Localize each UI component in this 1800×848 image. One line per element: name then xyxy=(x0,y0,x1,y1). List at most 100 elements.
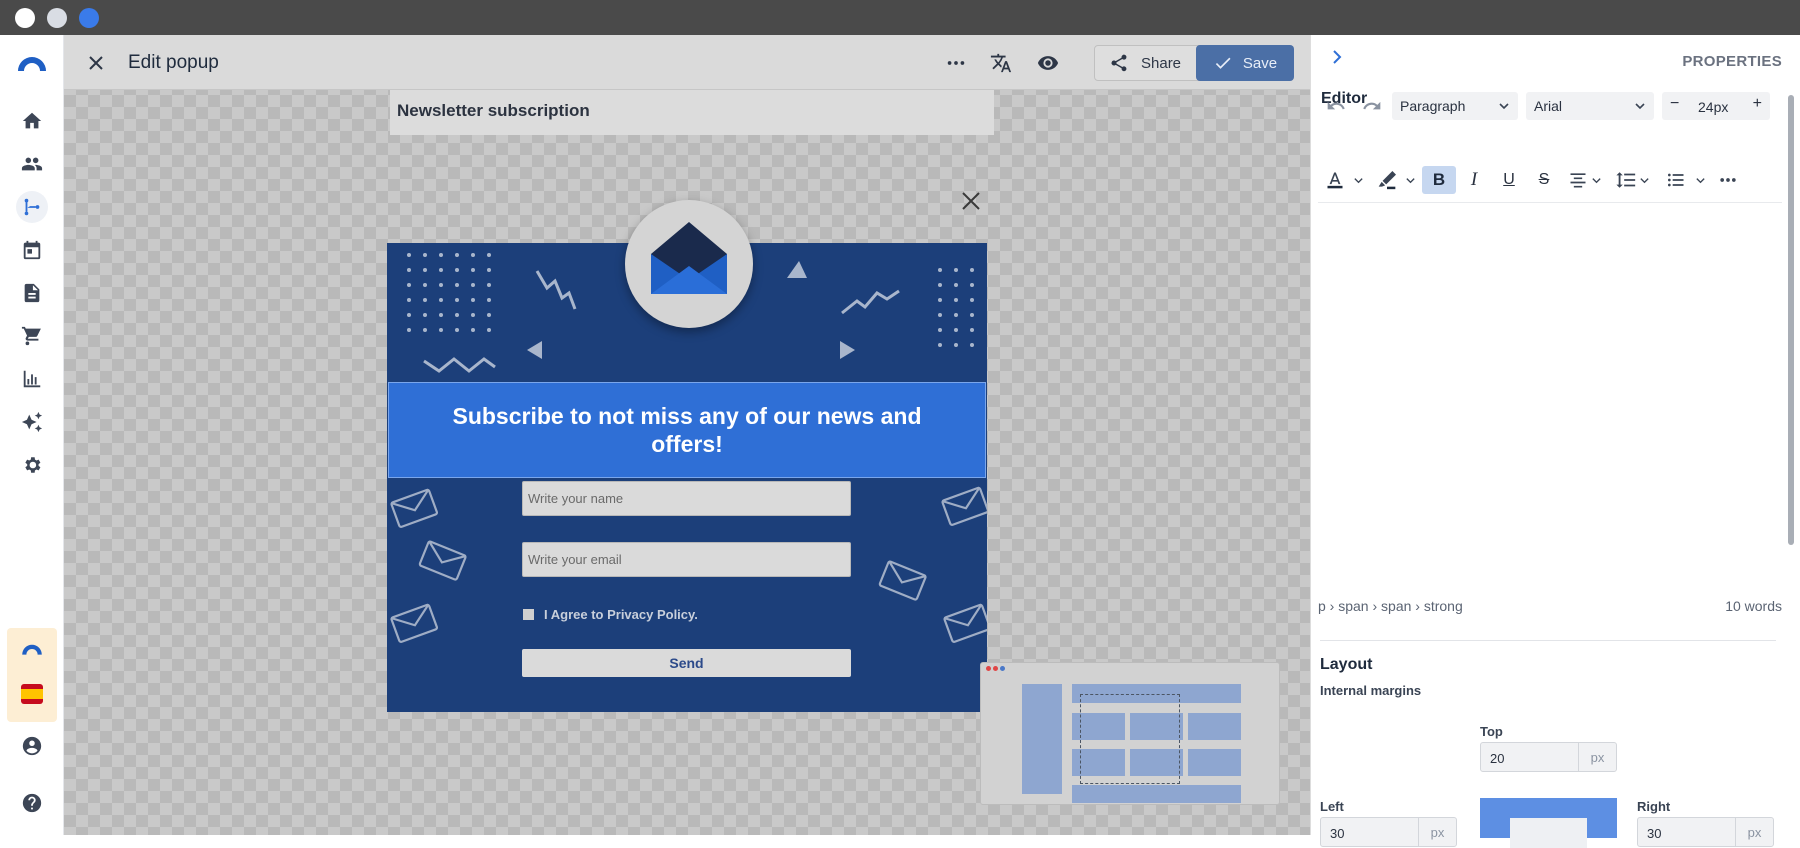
toolbar-divider xyxy=(1318,202,1782,203)
decrease-size-icon[interactable]: − xyxy=(1670,95,1679,113)
element-path: p › span › span › strong xyxy=(1318,598,1463,614)
privacy-consent[interactable]: I Agree to Privacy Policy. xyxy=(523,607,698,622)
left-margin-label: Left xyxy=(1320,799,1344,814)
logo-icon[interactable] xyxy=(16,47,48,79)
redo-icon[interactable] xyxy=(1360,94,1384,118)
settings-icon[interactable] xyxy=(16,449,48,481)
home-icon[interactable] xyxy=(16,105,48,137)
italic-icon[interactable]: I xyxy=(1462,168,1486,192)
brand-logo-icon xyxy=(20,642,44,660)
editor-topbar: Edit popup Share Save xyxy=(64,35,1310,90)
minimap-viewport[interactable] xyxy=(1080,694,1180,784)
left-margin-unit: px xyxy=(1418,818,1456,846)
editor-status-bar: p › span › span › strong 10 words xyxy=(1318,598,1782,614)
popup-headline[interactable]: Subscribe to not miss any of our news an… xyxy=(388,382,986,478)
increase-size-icon[interactable]: + xyxy=(1753,95,1762,113)
align-center-icon[interactable] xyxy=(1566,168,1590,192)
document-icon[interactable] xyxy=(16,277,48,309)
dot-pattern-left xyxy=(407,253,491,332)
chevron-down-icon[interactable] xyxy=(1352,172,1364,188)
share-label: Share xyxy=(1141,54,1182,72)
line-height-icon[interactable] xyxy=(1614,168,1638,192)
word-count: 10 words xyxy=(1725,598,1782,614)
strikethrough-icon[interactable]: S xyxy=(1532,168,1556,192)
chevron-down-icon xyxy=(1499,103,1509,110)
right-margin-label: Right xyxy=(1637,799,1671,814)
save-button[interactable]: Save xyxy=(1196,45,1294,81)
email-input[interactable]: Write your email xyxy=(522,542,851,577)
dot-pattern-right xyxy=(938,268,974,347)
block-format-select[interactable]: Paragraph xyxy=(1392,92,1518,120)
text-color-icon[interactable] xyxy=(1324,168,1346,192)
cart-icon[interactable] xyxy=(16,320,48,352)
chevron-down-icon[interactable] xyxy=(1638,172,1650,188)
consent-checkbox[interactable] xyxy=(523,609,534,620)
envelope-badge xyxy=(625,200,753,328)
left-navigation-rail xyxy=(0,35,64,835)
font-family-value: Arial xyxy=(1534,98,1563,114)
window-maximize-control[interactable] xyxy=(79,8,99,28)
top-margin-input[interactable]: 20 px xyxy=(1480,742,1617,772)
internal-margins-heading: Internal margins xyxy=(1320,683,1422,698)
consent-label: I Agree to Privacy Policy. xyxy=(544,607,698,622)
collapse-panel-icon[interactable] xyxy=(1327,47,1347,67)
sparkles-icon[interactable] xyxy=(16,406,48,438)
margin-preview-box xyxy=(1480,798,1617,848)
left-margin-input[interactable]: 30 px xyxy=(1320,817,1457,847)
font-size-value: 24px xyxy=(1698,99,1729,115)
envelope-icon xyxy=(651,222,727,294)
right-margin-unit: px xyxy=(1735,818,1773,846)
account-icon[interactable] xyxy=(16,730,48,762)
bold-icon: B xyxy=(1432,170,1446,189)
block-format-value: Paragraph xyxy=(1400,98,1466,114)
left-margin-value: 30 xyxy=(1330,826,1345,841)
right-margin-input[interactable]: 30 px xyxy=(1637,817,1774,847)
share-icon xyxy=(1111,54,1127,72)
highlight-color-icon[interactable] xyxy=(1376,168,1398,192)
window-titlebar xyxy=(0,0,1800,35)
bold-button[interactable]: B xyxy=(1422,166,1456,194)
page-title: Edit popup xyxy=(128,52,219,73)
canvas-page-title: Newsletter subscription xyxy=(397,101,590,120)
undo-icon[interactable] xyxy=(1324,94,1348,118)
automation-icon[interactable] xyxy=(16,191,48,223)
chevron-down-icon xyxy=(1635,103,1645,110)
check-icon xyxy=(1215,57,1231,69)
underline-icon[interactable]: U xyxy=(1497,168,1521,192)
canvas-page-header: Newsletter subscription xyxy=(390,90,994,135)
share-button[interactable]: Share xyxy=(1094,45,1212,81)
font-family-select[interactable]: Arial xyxy=(1526,92,1654,120)
font-size-stepper[interactable]: − 24px + xyxy=(1662,92,1770,120)
window-minimize-control[interactable] xyxy=(47,8,67,28)
window-close-control[interactable] xyxy=(15,8,35,28)
right-margin-value: 30 xyxy=(1647,826,1662,841)
send-button[interactable]: Send xyxy=(522,649,851,677)
top-margin-label: Top xyxy=(1480,724,1503,739)
more-formatting-icon[interactable] xyxy=(1716,168,1740,192)
contacts-icon[interactable] xyxy=(16,148,48,180)
preview-eye-icon[interactable] xyxy=(1036,51,1060,75)
more-options-icon[interactable] xyxy=(944,51,968,75)
panel-scrollbar[interactable] xyxy=(1788,95,1794,545)
help-icon[interactable] xyxy=(16,787,48,819)
chevron-down-icon[interactable] xyxy=(1590,172,1602,188)
top-margin-value: 20 xyxy=(1490,751,1505,766)
calendar-icon[interactable] xyxy=(16,234,48,266)
chevron-down-icon[interactable] xyxy=(1694,172,1706,188)
spain-flag-icon xyxy=(21,684,43,704)
close-editor-icon[interactable] xyxy=(84,51,108,75)
promo-panel[interactable] xyxy=(7,628,57,722)
chart-icon[interactable] xyxy=(16,363,48,395)
chevron-down-icon[interactable] xyxy=(1404,172,1416,188)
save-label: Save xyxy=(1242,54,1278,72)
top-margin-unit: px xyxy=(1578,743,1616,771)
panel-title: PROPERTIES xyxy=(1682,53,1782,70)
popup-close-icon[interactable] xyxy=(960,190,982,212)
translate-icon[interactable] xyxy=(989,51,1013,75)
layout-heading: Layout xyxy=(1320,656,1373,673)
minimap[interactable] xyxy=(980,662,1280,805)
properties-panel: PROPERTIES Editor xyxy=(1310,35,1800,835)
bulleted-list-icon[interactable] xyxy=(1664,168,1688,192)
name-input[interactable]: Write your name xyxy=(522,481,851,516)
section-divider xyxy=(1320,640,1776,641)
